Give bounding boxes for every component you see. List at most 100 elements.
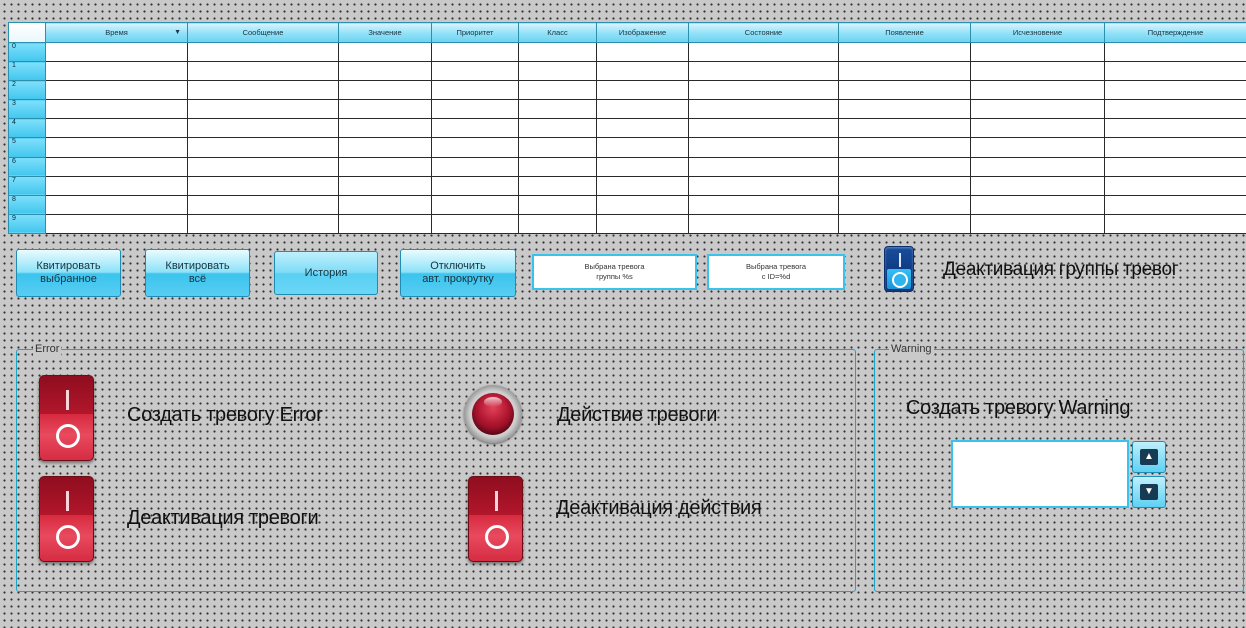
table-cell[interactable]: [596, 118, 689, 139]
table-cell[interactable]: [688, 213, 839, 235]
table-cell[interactable]: [518, 213, 597, 235]
table-cell[interactable]: [187, 213, 339, 235]
table-cell[interactable]: [688, 194, 839, 215]
column-header-disappearance[interactable]: Исчезновение: [970, 22, 1105, 43]
table-cell[interactable]: [518, 99, 597, 120]
row-number-cell[interactable]: 8: [8, 194, 46, 215]
table-cell[interactable]: [338, 194, 432, 215]
table-cell[interactable]: [1104, 156, 1246, 177]
create-error-alarm-switch[interactable]: [33, 375, 99, 463]
column-header-time[interactable]: Время ▼: [45, 22, 188, 43]
table-cell[interactable]: [596, 194, 689, 215]
column-header-state[interactable]: Состояние: [688, 22, 839, 43]
table-cell[interactable]: [1104, 118, 1246, 139]
column-header-priority[interactable]: Приоритет: [431, 22, 519, 43]
group-deactivation-toggle[interactable]: [884, 246, 914, 292]
acknowledge-all-button[interactable]: Квитировать всё: [145, 249, 250, 297]
table-cell[interactable]: [970, 137, 1105, 158]
table-cell[interactable]: [431, 41, 519, 63]
table-cell[interactable]: [970, 213, 1105, 235]
table-cell[interactable]: [838, 118, 971, 139]
table-cell[interactable]: [187, 156, 339, 177]
table-cell[interactable]: [187, 41, 339, 63]
deactivate-action-switch[interactable]: [462, 476, 528, 564]
table-cell[interactable]: [45, 137, 188, 158]
row-number-cell[interactable]: 2: [8, 80, 46, 101]
table-cell[interactable]: [187, 137, 339, 158]
table-cell[interactable]: [970, 80, 1105, 101]
row-number-cell[interactable]: 0: [8, 41, 46, 63]
table-cell[interactable]: [970, 41, 1105, 63]
table-cell[interactable]: [838, 41, 971, 63]
table-cell[interactable]: [970, 61, 1105, 82]
table-cell[interactable]: [1104, 175, 1246, 196]
table-cell[interactable]: [838, 156, 971, 177]
row-number-cell[interactable]: 4: [8, 118, 46, 139]
table-cell[interactable]: [431, 156, 519, 177]
table-cell[interactable]: [45, 80, 188, 101]
table-cell[interactable]: [970, 118, 1105, 139]
alarm-table[interactable]: Время ▼ Сообщение Значение Приоритет Кла…: [8, 22, 1246, 235]
table-cell[interactable]: [596, 156, 689, 177]
column-header-image[interactable]: Изображение: [596, 22, 689, 43]
column-header-acknowledgement[interactable]: Подтверждение: [1104, 22, 1246, 43]
row-number-cell[interactable]: 6: [8, 156, 46, 177]
table-cell[interactable]: [688, 137, 839, 158]
table-cell[interactable]: [431, 61, 519, 82]
table-cell[interactable]: [1104, 99, 1246, 120]
table-cell[interactable]: [838, 61, 971, 82]
table-cell[interactable]: [187, 61, 339, 82]
history-button[interactable]: История: [274, 251, 378, 295]
table-row[interactable]: 9: [8, 213, 1246, 235]
table-cell[interactable]: [970, 156, 1105, 177]
table-cell[interactable]: [688, 156, 839, 177]
table-cell[interactable]: [518, 118, 597, 139]
table-cell[interactable]: [187, 175, 339, 196]
table-row[interactable]: 3: [8, 99, 1246, 120]
table-row[interactable]: 6: [8, 156, 1246, 177]
table-row[interactable]: 1: [8, 61, 1246, 82]
table-cell[interactable]: [688, 118, 839, 139]
table-cell[interactable]: [970, 175, 1105, 196]
table-cell[interactable]: [970, 99, 1105, 120]
table-cell[interactable]: [1104, 61, 1246, 82]
table-row[interactable]: 2: [8, 80, 1246, 101]
table-cell[interactable]: [338, 137, 432, 158]
table-cell[interactable]: [1104, 213, 1246, 235]
column-header-message[interactable]: Сообщение: [187, 22, 339, 43]
table-cell[interactable]: [338, 61, 432, 82]
row-number-cell[interactable]: 3: [8, 99, 46, 120]
table-cell[interactable]: [688, 80, 839, 101]
table-cell[interactable]: [338, 213, 432, 235]
table-cell[interactable]: [518, 156, 597, 177]
table-cell[interactable]: [596, 137, 689, 158]
table-row[interactable]: 7: [8, 175, 1246, 196]
table-cell[interactable]: [838, 194, 971, 215]
table-cell[interactable]: [431, 175, 519, 196]
table-row[interactable]: 8: [8, 194, 1246, 215]
table-cell[interactable]: [1104, 80, 1246, 101]
table-cell[interactable]: [688, 99, 839, 120]
acknowledge-selected-button[interactable]: Квитировать выбранное: [16, 249, 121, 297]
table-cell[interactable]: [1104, 194, 1246, 215]
row-number-cell[interactable]: 9: [8, 213, 46, 235]
table-cell[interactable]: [838, 80, 971, 101]
table-cell[interactable]: [338, 156, 432, 177]
table-cell[interactable]: [518, 194, 597, 215]
table-cell[interactable]: [596, 175, 689, 196]
table-cell[interactable]: [338, 80, 432, 101]
table-cell[interactable]: [338, 99, 432, 120]
table-cell[interactable]: [338, 41, 432, 63]
table-cell[interactable]: [45, 194, 188, 215]
table-cell[interactable]: [431, 213, 519, 235]
row-number-cell[interactable]: 1: [8, 61, 46, 82]
table-cell[interactable]: [431, 80, 519, 101]
table-cell[interactable]: [45, 41, 188, 63]
table-cell[interactable]: [431, 118, 519, 139]
table-cell[interactable]: [596, 99, 689, 120]
table-cell[interactable]: [187, 99, 339, 120]
column-header-value[interactable]: Значение: [338, 22, 432, 43]
row-number-cell[interactable]: 7: [8, 175, 46, 196]
deactivate-alarm-switch[interactable]: [33, 476, 99, 564]
table-cell[interactable]: [45, 118, 188, 139]
